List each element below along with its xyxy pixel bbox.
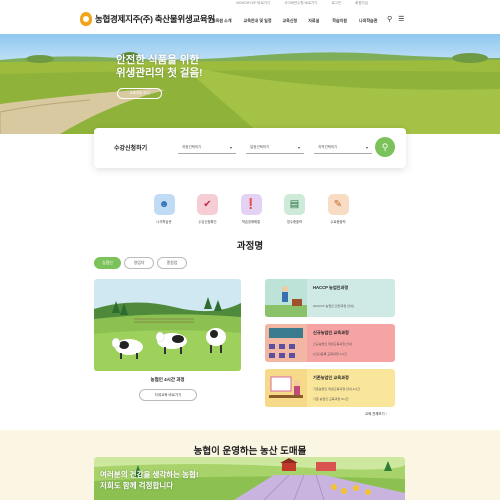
course-tabs: 농협인 영업자 종원업	[94, 257, 187, 269]
chevron-down-icon: ▾	[365, 144, 368, 150]
enroll-title: 수강신청하기	[114, 146, 148, 152]
cows-illustration	[94, 279, 241, 371]
course-card-existing-farmer[interactable]: 기존농업인 교육과정 기존농업인 위생교육과정 안내 4시간 기존 농업인 교육…	[265, 369, 395, 407]
mall-banner[interactable]: 여러분의 건강을 생각하는 농협! 저희도 함께 걱정합니다	[94, 457, 405, 500]
header-icons: ⚲ ☰	[387, 16, 404, 23]
card-title: HACCP 농업인과정	[313, 285, 349, 290]
mall-section-title: 농협이 운영하는 농산 도매몰	[193, 446, 307, 457]
util-link-cyber[interactable]: 사이버연수원 바로가기	[284, 1, 317, 6]
featured-course-image[interactable]	[94, 279, 241, 371]
quick-item-mypage[interactable]: ☻ 나의학습관	[153, 194, 175, 224]
util-link-login[interactable]: 로그인	[331, 1, 341, 6]
nav-item-about[interactable]: 교육원 소개	[212, 18, 232, 24]
all-courses-link[interactable]: 교육 전체보기 ›	[365, 411, 387, 416]
mall-banner-text: 여러분의 건강을 생각하는 농협! 저희도 함께 걱정합니다	[100, 470, 199, 490]
region-select[interactable]: 지역선택하기 ▾	[314, 141, 372, 154]
card-desc: 신규농업인 위생교육과정 안내	[313, 342, 352, 346]
chevron-right-icon: ›	[385, 412, 387, 416]
quick-menu: ☻ 나의학습관 ✔ 수강신청확인 ❗ 학습장애해결 ▤ 영수증출력 ✎ 수료증출…	[153, 194, 371, 224]
hamburger-menu-icon[interactable]: ☰	[398, 16, 404, 23]
schedule-select[interactable]: 일정선택하기 ▾	[246, 141, 304, 154]
site-header: 농협경제지주(주) 축산물위생교육원 교육원 소개 교육안내 및 일정 교육신청…	[0, 10, 500, 34]
nav-item-support[interactable]: 학습지원	[332, 18, 347, 24]
hero-banner: 안전한 식품을 위한 위생관리의 첫 걸음! 교육과정 보기	[0, 34, 500, 134]
tab-worker[interactable]: 종원업	[157, 257, 187, 269]
user-icon: ☻	[153, 194, 175, 215]
receipt-icon: ▤	[284, 194, 305, 215]
nav-item-apply[interactable]: 교육신청	[283, 18, 298, 24]
card-desc: 기존 농업인 교육과정 6시간	[313, 397, 349, 401]
check-icon: ✔	[197, 194, 218, 215]
search-icon: ⚲	[381, 141, 389, 152]
quick-item-certificate[interactable]: ✎ 수료증출력	[327, 194, 349, 224]
featured-course-title: 농협인 4시간 과정	[150, 377, 185, 382]
course-card-new-farmer[interactable]: 신규농업인 교육과정 신규농업인 위생교육과정 안내 (신규)등록 교육과정 4…	[265, 324, 395, 362]
hero-title: 안전한 식품을 위한 위생관리의 첫 걸음!	[116, 54, 203, 79]
utility-links: NONGHYUP 바로가기 사이버연수원 바로가기 로그인 회원가입	[236, 1, 368, 6]
featured-course-button[interactable]: 자세교육 바로가기	[139, 389, 197, 401]
card-desc: [HACCP 농업인 관련과정 안내]	[313, 304, 354, 308]
mall-section: 농협이 운영하는 농산 도매몰 여러분의 건강을 생각하는 농협! 저희도 함께…	[0, 430, 500, 500]
card-title: 신규농업인 교육과정	[313, 330, 349, 335]
course-select[interactable]: 과정선택하기 ▾	[178, 141, 236, 154]
quick-item-enroll-check[interactable]: ✔ 수강신청확인	[197, 194, 219, 224]
certificate-icon: ✎	[327, 194, 349, 215]
search-icon[interactable]: ⚲	[387, 16, 392, 23]
util-link-nonghyup[interactable]: NONGHYUP 바로가기	[236, 1, 270, 6]
card-desc: 기존농업인 위생교육과정 안내 4시간	[313, 387, 360, 391]
farmer-illustration	[265, 279, 307, 317]
classroom-illustration	[265, 324, 307, 362]
util-link-signup[interactable]: 회원가입	[355, 1, 368, 6]
card-title: 기존농업인 교육과정	[313, 375, 349, 380]
tab-farmer[interactable]: 농협인	[94, 257, 121, 269]
enroll-search-card: 수강신청하기 과정선택하기 ▾ 일정선택하기 ▾ 지역선택하기 ▾ ⚲	[94, 128, 406, 168]
chevron-down-icon: ▾	[297, 144, 300, 150]
chevron-down-icon: ▾	[229, 144, 232, 150]
main-nav: 교육원 소개 교육안내 및 일정 교육신청 자료실 학습지원 나의학습관	[212, 18, 377, 24]
course-card-haccp[interactable]: HACCP 농업인과정 [HACCP 농업인 관련과정 안내]	[265, 279, 395, 317]
hero-landscape-image	[0, 52, 500, 134]
quick-item-troubleshoot[interactable]: ❗ 학습장애해결	[240, 194, 262, 224]
logo-text: 농협경제지주(주) 축산물위생교육원	[95, 14, 215, 24]
hero-course-button[interactable]: 교육과정 보기	[117, 88, 162, 99]
nav-item-archive[interactable]: 자료실	[308, 18, 319, 24]
nav-item-mypage[interactable]: 나의학습관	[359, 18, 377, 24]
quick-item-receipt[interactable]: ▤ 영수증출력	[284, 194, 306, 224]
study-illustration	[265, 369, 307, 407]
search-button[interactable]: ⚲	[375, 137, 395, 157]
logo-icon	[80, 12, 92, 26]
alert-icon: ❗	[240, 194, 262, 215]
course-section-title: 과정명	[236, 241, 264, 252]
card-desc: (신규)등록 교육과정 4시간	[313, 352, 347, 356]
logo[interactable]: 농협경제지주(주) 축산물위생교육원	[80, 12, 215, 26]
tab-operator[interactable]: 영업자	[124, 257, 154, 269]
nav-item-schedule[interactable]: 교육안내 및 일정	[244, 18, 272, 24]
